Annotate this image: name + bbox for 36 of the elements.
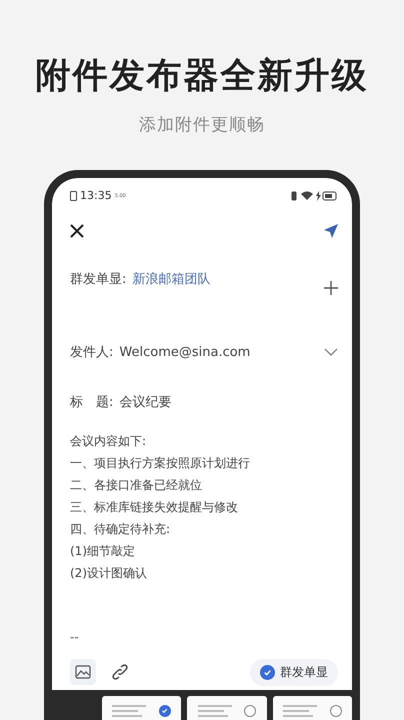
attachment-thumbnail[interactable]: [272, 696, 352, 720]
field-label: 群发单显:: [70, 270, 126, 288]
image-button[interactable]: [70, 659, 96, 686]
subject-field[interactable]: 会议纪要: [119, 393, 172, 412]
checkbox-icon[interactable]: [260, 664, 275, 680]
send-icon[interactable]: [324, 224, 338, 238]
checkbox-icon[interactable]: [330, 705, 342, 717]
status-time: 13:35: [80, 189, 112, 202]
vibrate-icon: [290, 190, 298, 201]
image-icon[interactable]: [75, 665, 91, 680]
subheadline: 添加附件更顺畅: [139, 114, 265, 136]
headline: 附件发布器全新升级: [36, 55, 368, 98]
add-icon[interactable]: [324, 280, 338, 295]
checkbox-icon[interactable]: [244, 705, 256, 717]
sender-field[interactable]: Welcome@sina.com: [119, 344, 250, 360]
body-line: (2)设计图确认: [70, 565, 148, 582]
body-line: 会议内容如下:: [70, 433, 148, 450]
attachment-thumbnail[interactable]: [187, 696, 267, 720]
body-line: 三、标准库链接失效提醒与修改: [70, 499, 239, 516]
signature: --: [70, 630, 80, 644]
body-line: 四、待确定待补充:: [70, 521, 172, 538]
link-icon[interactable]: [112, 664, 128, 680]
attachment-thumbnail[interactable]: [102, 696, 182, 720]
checkbox-icon[interactable]: [158, 705, 171, 717]
chevron-down-icon[interactable]: [324, 348, 338, 356]
sim-icon: [70, 190, 77, 201]
close-icon[interactable]: [70, 224, 84, 238]
field-label: 标 题:: [70, 394, 114, 412]
recipient-chip[interactable]: 新浪邮箱团队: [132, 270, 210, 288]
field-label: 发件人:: [70, 344, 114, 362]
body-line: 二、各接口准备已经就位: [70, 477, 203, 494]
wifi-icon: [301, 191, 313, 200]
body-line: 一、项目执行方案按照原计划进行: [70, 455, 251, 472]
group-send-toggle[interactable]: 群发单显: [250, 658, 338, 686]
body-line: (1)细节敲定: [70, 543, 136, 560]
battery-icon: [316, 190, 338, 201]
